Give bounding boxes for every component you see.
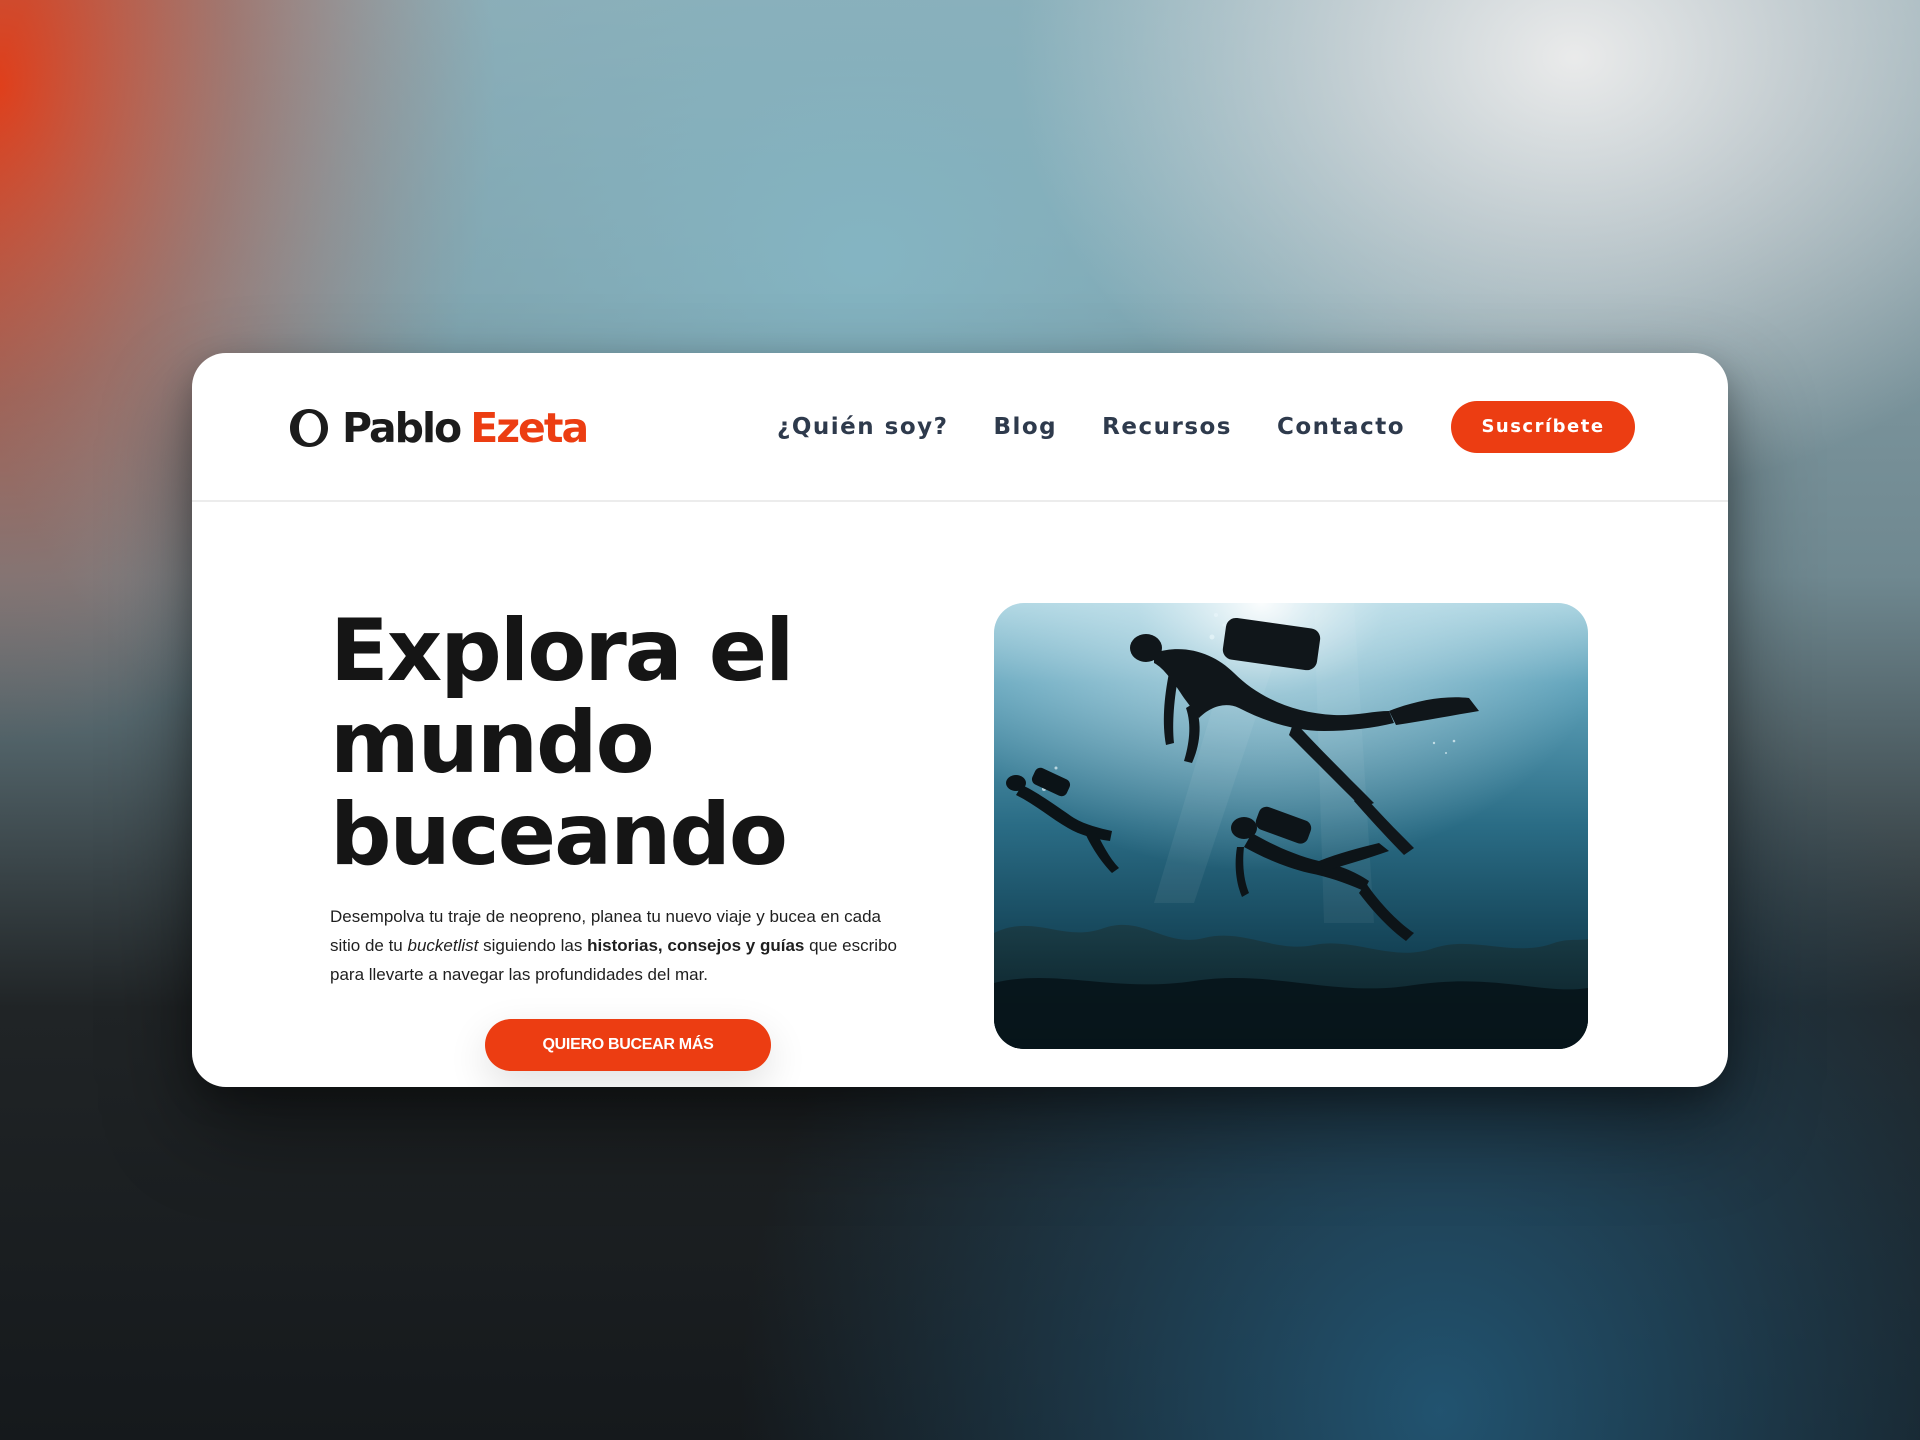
hero-description: Desempolva tu traje de neopreno, planea …: [330, 902, 910, 989]
site-logo[interactable]: Pablo Ezeta: [288, 403, 589, 453]
hero-desc-italic: bucketlist: [407, 936, 479, 955]
hero-desc-bold: historias, consejos y guías: [587, 936, 805, 955]
site-header: Pablo Ezeta ¿Quién soy? Blog Recursos Co…: [192, 353, 1728, 502]
ring-logo-icon: [290, 409, 328, 447]
hero-title: Explora el mundo buceando: [330, 601, 795, 885]
nav-item-quien-soy[interactable]: ¿Quién soy?: [777, 414, 948, 440]
scuba-divers-photo: [994, 603, 1588, 1049]
nav-item-blog[interactable]: Blog: [993, 414, 1057, 440]
hero-title-line-2: mundo: [330, 693, 655, 793]
hero-title-line-1: Explora el: [330, 601, 795, 701]
hero-desc-part-2: siguiendo las: [478, 936, 588, 955]
hero-image: [994, 603, 1588, 1049]
hero-title-line-3: buceando: [330, 785, 788, 885]
website-card: Pablo Ezeta ¿Quién soy? Blog Recursos Co…: [192, 353, 1728, 1087]
cta-button[interactable]: QUIERO BUCEAR MÁS: [485, 1019, 771, 1071]
subscribe-button[interactable]: Suscríbete: [1451, 400, 1635, 453]
logo-first-name: Pablo: [342, 404, 462, 452]
nav-item-contacto[interactable]: Contacto: [1277, 414, 1405, 440]
nav-item-recursos[interactable]: Recursos: [1102, 414, 1232, 440]
logo-last-name: Ezeta: [470, 404, 589, 452]
main-nav: ¿Quién soy? Blog Recursos Contacto Suscr…: [777, 353, 1635, 500]
